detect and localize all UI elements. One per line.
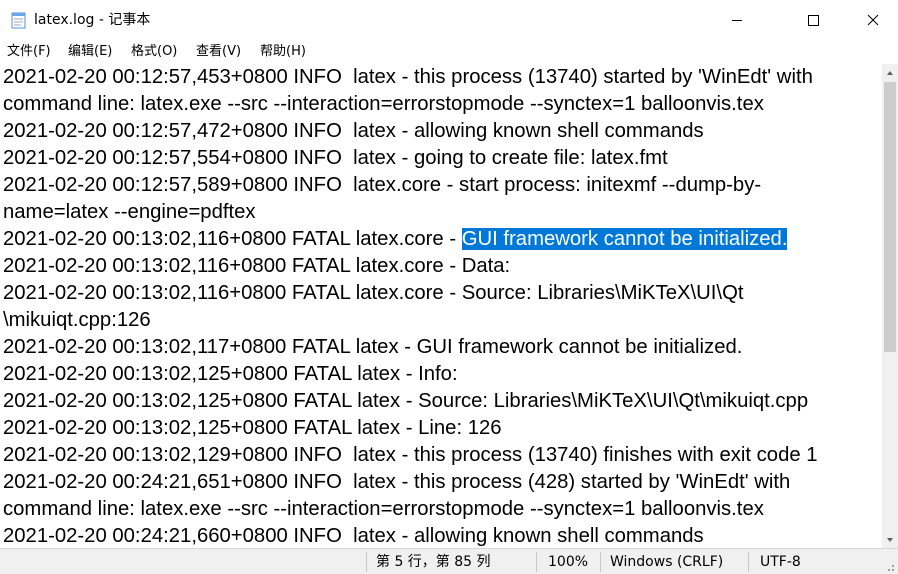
text-line: 2021-02-20 00:24:21,651+0800 INFO latex … [3,471,791,493]
scroll-thumb[interactable] [884,82,896,352]
status-bar: 第 5 行，第 85 列 100% Windows (CRLF) UTF-8 [0,548,898,574]
text-line: command line: latex.exe --src --interact… [3,93,764,115]
encoding: UTF-8 [760,554,801,570]
text-line: 2021-02-20 00:13:02,125+0800 FATAL latex… [3,363,458,385]
text-line: 2021-02-20 00:13:02,116+0800 FATAL latex… [3,282,744,304]
menu-view[interactable]: 查看(V) [196,42,241,62]
text-line: 2021-02-20 00:12:57,472+0800 INFO latex … [3,120,704,142]
text-line: 2021-02-20 00:24:21,660+0800 INFO latex … [3,525,704,547]
resize-grip-icon[interactable] [882,559,896,573]
status-separator [536,552,537,572]
cursor-position: 第 5 行，第 85 列 [376,554,491,570]
zoom-level: 100% [548,554,589,570]
text-line: 2021-02-20 00:12:57,554+0800 INFO latex … [3,147,668,169]
text-line: \mikuiqt.cpp:126 [3,309,151,331]
minimize-button[interactable] [714,0,760,40]
text-line: 2021-02-20 00:12:57,589+0800 INFO latex.… [3,174,762,196]
text-line: 2021-02-20 00:13:02,125+0800 FATAL latex… [3,417,502,439]
text-line: 2021-02-20 00:12:57,453+0800 INFO latex … [3,66,813,88]
window-title: latex.log - 记事本 [34,12,151,28]
scroll-down-button[interactable] [882,531,898,548]
text-line: 2021-02-20 00:13:02,116+0800 FATAL latex… [3,228,788,250]
text-line: 2021-02-20 00:13:02,129+0800 INFO latex … [3,444,818,466]
notepad-icon [11,12,26,29]
maximize-button[interactable] [790,0,836,40]
vertical-scrollbar[interactable] [882,64,898,548]
scroll-down-icon [887,537,893,542]
scroll-up-button[interactable] [882,64,898,81]
close-button[interactable] [850,0,896,40]
close-icon [867,14,879,26]
maximize-icon [808,15,819,26]
scroll-up-icon [887,70,893,75]
minimize-icon [732,20,742,21]
status-separator [366,552,367,572]
menu-edit[interactable]: 编辑(E) [68,42,112,62]
selected-text: GUI framework cannot be initialized. [461,228,788,250]
status-separator [600,552,601,572]
menu-file[interactable]: 文件(F) [7,42,51,62]
menu-bar: 文件(F) 编辑(E) 格式(O) 查看(V) 帮助(H) [0,40,898,64]
line-ending: Windows (CRLF) [610,554,724,570]
text-line: command line: latex.exe --src --interact… [3,498,764,520]
text-line: 2021-02-20 00:13:02,125+0800 FATAL latex… [3,390,809,412]
text-line: 2021-02-20 00:13:02,116+0800 FATAL latex… [3,255,511,277]
menu-format[interactable]: 格式(O) [131,42,177,62]
text-line: 2021-02-20 00:13:02,117+0800 FATAL latex… [3,336,743,358]
title-bar[interactable]: latex.log - 记事本 [0,0,898,40]
menu-help[interactable]: 帮助(H) [260,42,306,62]
text-editor[interactable]: 2021-02-20 00:12:57,453+0800 INFO latex … [0,64,882,548]
status-separator [748,552,749,572]
text-line: name=latex --engine=pdftex [3,201,256,223]
